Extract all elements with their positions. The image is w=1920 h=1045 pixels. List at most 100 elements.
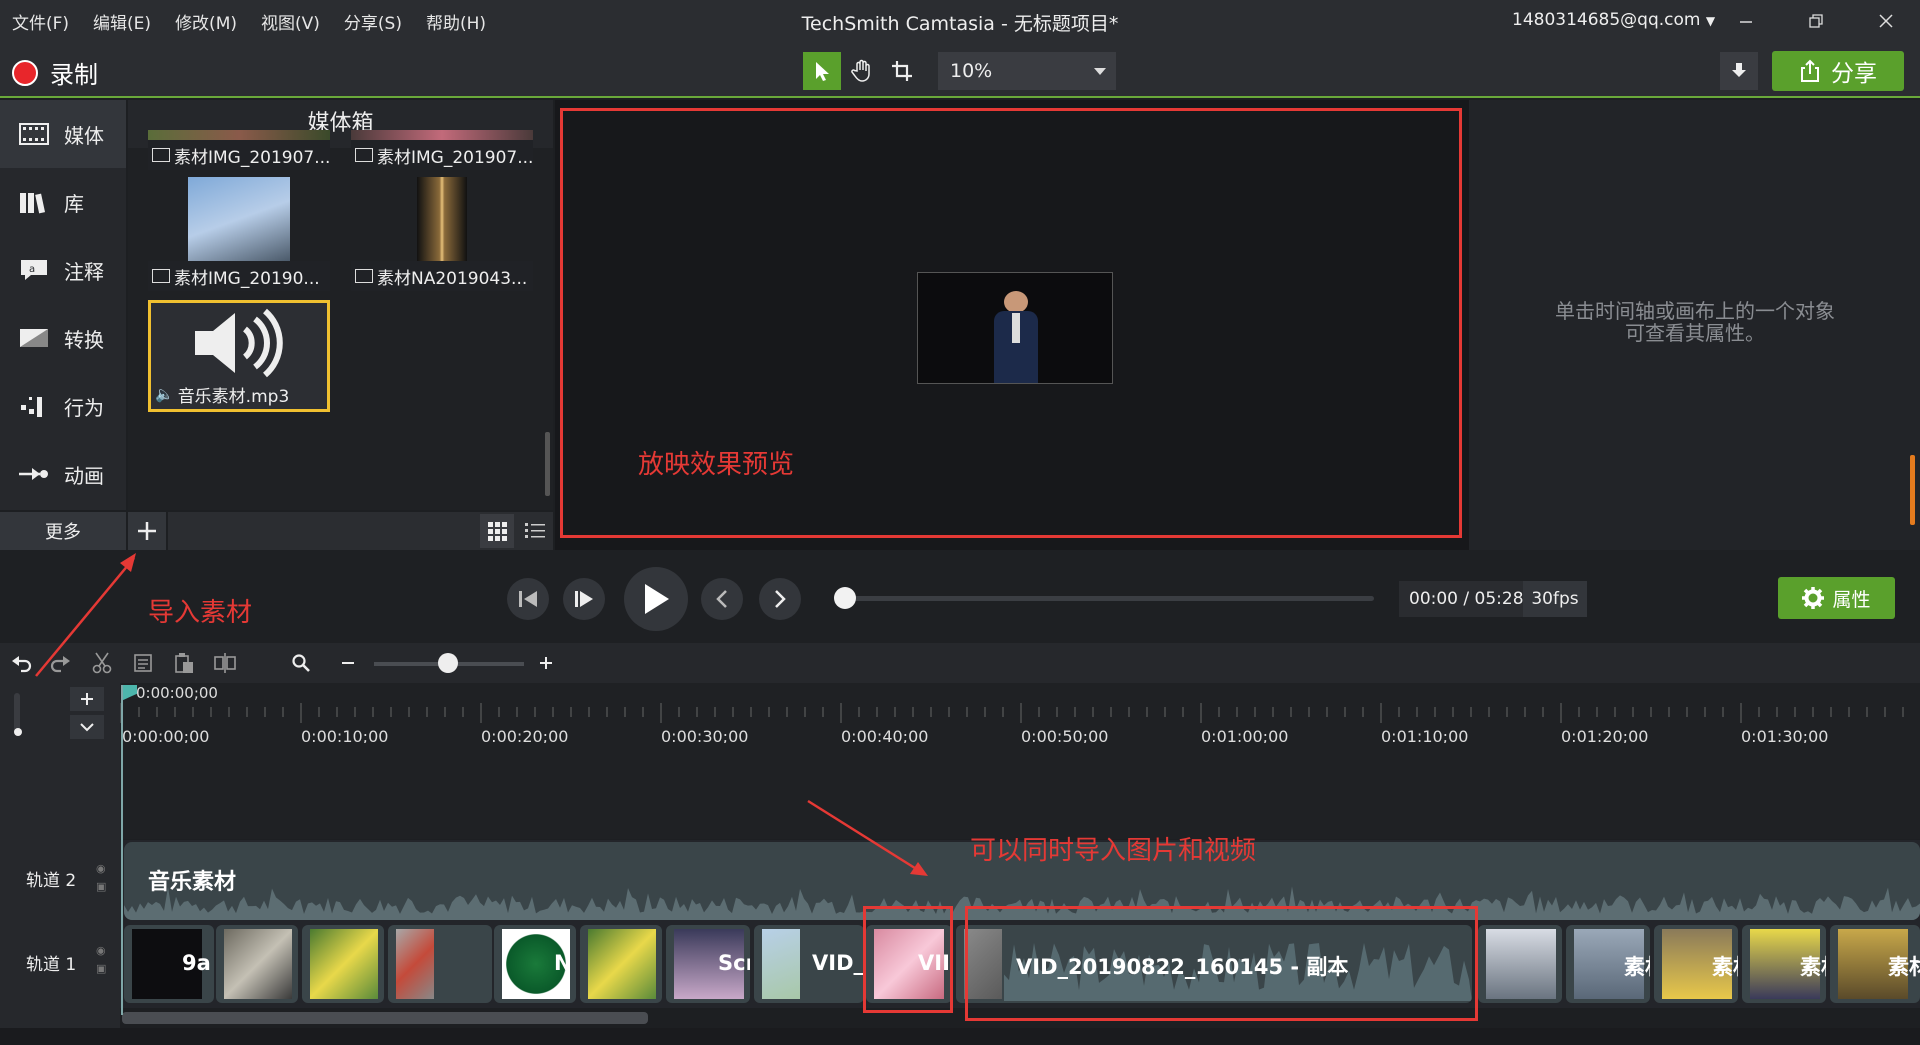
menu-share[interactable]: 分享(S)	[332, 9, 414, 34]
chevron-left-icon	[716, 590, 727, 608]
status-strip	[0, 1028, 1920, 1045]
sidebar-item-animations[interactable]: 动画	[0, 440, 126, 508]
timeline-clip[interactable]	[580, 925, 662, 1003]
crop-tool-button[interactable]	[883, 52, 921, 90]
empty-track-area[interactable]	[120, 743, 1920, 839]
properties-label: 属性	[1832, 588, 1871, 611]
menu-help[interactable]: 帮助(H)	[414, 9, 498, 34]
close-button[interactable]	[1858, 0, 1914, 42]
sidebar-item-transitions[interactable]: 转换	[0, 304, 126, 372]
speaker-icon	[189, 307, 289, 383]
timeline-clip[interactable]	[302, 925, 384, 1003]
timeline-scrollbar[interactable]	[122, 1012, 648, 1024]
zoom-to-fit-button[interactable]	[283, 645, 319, 681]
time-ruler[interactable]: 0:00:00;00 0:00:10;00 0:00:20;00 0:00:30…	[120, 683, 1920, 746]
cut-button[interactable]	[84, 645, 120, 681]
media-item[interactable]: 素材NA2019043...	[351, 177, 533, 291]
playhead-line[interactable]	[121, 685, 123, 1015]
undo-button[interactable]	[4, 645, 40, 681]
media-item[interactable]: 素材IMG_201907...	[351, 130, 533, 170]
timeline-clip[interactable]: VID_	[754, 925, 864, 1003]
record-button[interactable]: 录制	[12, 55, 98, 90]
media-thumbnail	[188, 177, 290, 261]
play-icon	[645, 584, 669, 614]
sidebar-item-library[interactable]: 库	[0, 168, 126, 236]
eye-icon[interactable]: ◉	[96, 862, 106, 875]
pan-tool-button[interactable]	[843, 52, 881, 90]
list-view-button[interactable]	[518, 514, 552, 548]
zoom-in-button[interactable]	[528, 645, 564, 681]
fps-display[interactable]: 30fps	[1523, 581, 1587, 617]
media-item[interactable]: 素材IMG_20190...	[148, 177, 330, 291]
restore-button[interactable]	[1788, 0, 1844, 42]
step-back-button[interactable]	[507, 578, 549, 620]
timeline-clip[interactable]: 素材	[1566, 925, 1650, 1003]
track-options-button[interactable]	[70, 715, 104, 739]
timeline-clip[interactable]: 素材	[1830, 925, 1920, 1003]
media-item-label: 素材IMG_201907...	[351, 140, 533, 170]
properties-button[interactable]: 属性	[1778, 577, 1895, 619]
menu-view[interactable]: 视图(V)	[249, 9, 332, 34]
preview-annotation-text: 放映效果预览	[638, 450, 795, 480]
sidebar-item-label: 行为	[64, 395, 104, 420]
timeline-clip[interactable]	[216, 925, 298, 1003]
media-item[interactable]: 素材IMG_201907...	[148, 130, 330, 170]
plus-icon	[540, 657, 552, 669]
scrubber-handle[interactable]	[834, 587, 856, 609]
media-bin-scrollbar[interactable]	[545, 432, 550, 496]
play-button[interactable]	[624, 567, 688, 631]
zoom-dropdown[interactable]: 10%	[938, 52, 1116, 90]
step-forward-button[interactable]	[563, 578, 605, 620]
more-button[interactable]: 更多	[0, 512, 126, 550]
menu-edit[interactable]: 编辑(E)	[81, 9, 163, 34]
download-button[interactable]	[1720, 52, 1758, 90]
clip-label: 素材	[1888, 955, 1920, 979]
add-media-button[interactable]	[128, 512, 166, 550]
sidebar-item-label: 转换	[64, 327, 104, 352]
split-icon	[214, 653, 236, 673]
paste-icon	[175, 653, 193, 673]
redo-button[interactable]	[42, 645, 78, 681]
zoom-out-button[interactable]	[330, 645, 366, 681]
clip-label: 素材	[1712, 955, 1738, 979]
menu-file[interactable]: 文件(F)	[0, 9, 81, 34]
timeline-clip[interactable]: Scr	[666, 925, 750, 1003]
sidebar-item-behaviors[interactable]: 行为	[0, 372, 126, 440]
grid-view-button[interactable]	[480, 514, 514, 548]
share-icon	[1801, 59, 1819, 82]
share-label: 分享	[1831, 61, 1877, 87]
previous-marker-button[interactable]	[701, 578, 743, 620]
scrubber-track[interactable]	[844, 596, 1374, 601]
copy-button[interactable]	[125, 645, 161, 681]
menu-modify[interactable]: 修改(M)	[163, 9, 249, 34]
paste-button[interactable]	[166, 645, 202, 681]
timeline-clip[interactable]	[388, 925, 492, 1003]
timeline-clip[interactable]: 9a	[124, 925, 214, 1003]
track-height-slider[interactable]	[14, 693, 20, 733]
properties-scrollbar[interactable]	[1910, 455, 1915, 525]
audio-icon: 🔈	[155, 385, 174, 403]
hand-icon	[851, 59, 870, 82]
sidebar-item-annotations[interactable]: a 注释	[0, 236, 126, 304]
select-tool-button[interactable]	[803, 52, 841, 90]
eye-icon[interactable]: ◉	[96, 944, 106, 957]
next-marker-button[interactable]	[759, 578, 801, 620]
timeline-clip[interactable]: 素材	[1742, 925, 1826, 1003]
sidebar-item-media[interactable]: 媒体	[0, 100, 126, 168]
minimize-button[interactable]	[1718, 0, 1774, 42]
clip-label: Scr	[718, 951, 750, 975]
share-button[interactable]: 分享	[1772, 51, 1904, 91]
lock-icon[interactable]: ▣	[96, 880, 106, 893]
add-track-button[interactable]	[70, 687, 104, 711]
timeline-clip[interactable]	[1478, 925, 1562, 1003]
gear-icon	[1802, 587, 1825, 609]
lock-icon[interactable]: ▣	[96, 962, 106, 975]
timeline-zoom-handle[interactable]	[438, 653, 458, 673]
account-menu[interactable]: 1480314685@qq.com ▼	[1512, 10, 1715, 30]
timeline-clip[interactable]: N	[494, 925, 576, 1003]
split-button[interactable]	[207, 645, 243, 681]
media-item-selected[interactable]: 🔈 音乐素材.mp3	[148, 300, 330, 412]
playhead-time: 0:00:00;00	[136, 684, 218, 702]
timeline-clip[interactable]: 素材	[1654, 925, 1738, 1003]
clip-label: 素材	[1800, 955, 1826, 979]
